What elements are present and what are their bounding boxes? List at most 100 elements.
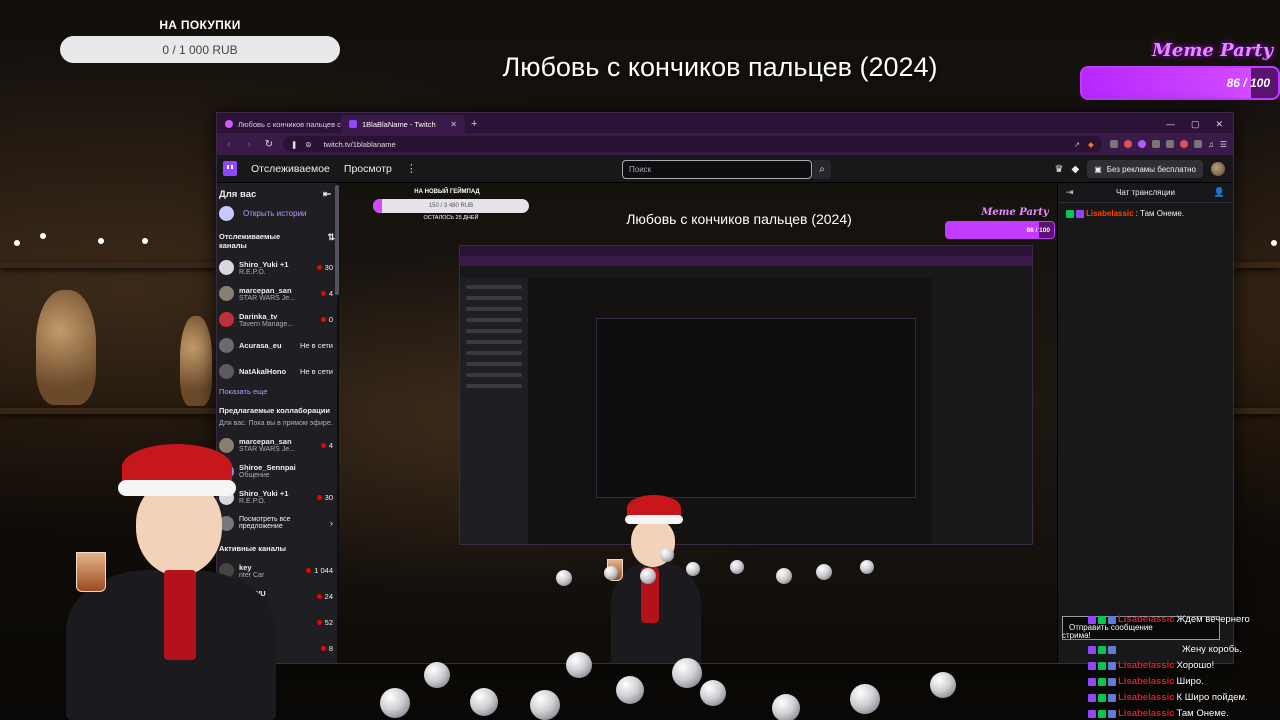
twitch-top-nav: Отслеживаемое Просмотр ⋮ Поиск ⌕ ♛ ◆ ▣ Б… bbox=[217, 155, 1233, 183]
overlay-username: Lisabelassic bbox=[1118, 676, 1175, 687]
chat-username[interactable]: Lisabelassic bbox=[1086, 209, 1134, 218]
collapse-sidebar-icon[interactable]: ⇤ bbox=[323, 189, 331, 200]
tab-movie[interactable]: Любовь с кончиков пальцев смотр bbox=[217, 115, 341, 133]
twitch-logo-icon[interactable] bbox=[223, 161, 237, 176]
extension-icon[interactable] bbox=[1165, 140, 1174, 148]
extension-icon[interactable] bbox=[1179, 140, 1188, 148]
subscriber-badge-icon bbox=[1088, 693, 1096, 702]
users-icon[interactable]: 👤 bbox=[1214, 187, 1225, 198]
open-stories-row[interactable]: Открыть истории bbox=[217, 202, 337, 224]
snowball-ornament bbox=[860, 560, 874, 574]
music-icon[interactable]: ♫ bbox=[1208, 140, 1214, 149]
snowball-ornament bbox=[470, 688, 498, 716]
tab-favicon-icon bbox=[225, 120, 233, 128]
sidebar-channel-row[interactable]: Darinka_tv Tavern Manage... 0 bbox=[217, 307, 337, 333]
minimize-icon[interactable]: — bbox=[1166, 119, 1175, 129]
live-indicator-icon bbox=[320, 442, 326, 448]
channel-game: STAR WARS Je... bbox=[239, 294, 296, 302]
tab-label: Любовь с кончиков пальцев смотр bbox=[238, 119, 341, 129]
channel-info: Shiro_Yuki +1 R.E.P.O. bbox=[239, 260, 312, 276]
channel-avatar bbox=[219, 312, 234, 328]
snowball-ornament bbox=[930, 672, 956, 698]
tab-label: 1BlaBlaName - Twitch bbox=[362, 119, 436, 129]
site-info-icon[interactable]: ⊜ bbox=[305, 140, 311, 149]
extension-shield-icon[interactable]: ◆ bbox=[1088, 140, 1094, 149]
channel-game: R.E.P.O. bbox=[239, 268, 266, 276]
forward-icon[interactable]: › bbox=[243, 139, 255, 150]
sidebar-channel-row[interactable]: marcepan_san STAR WARS Je... 4 bbox=[217, 281, 337, 307]
chat-message: Lisabelassic : Там Онеме. bbox=[1058, 203, 1233, 224]
channel-avatar bbox=[219, 286, 234, 302]
for-you-heading: Для вас bbox=[219, 189, 257, 200]
channel-status: 4 bbox=[320, 441, 333, 450]
user-avatar[interactable] bbox=[1211, 162, 1225, 176]
collapse-chat-icon[interactable]: ⇥ bbox=[1066, 187, 1074, 198]
channel-name: Darinka_tv bbox=[239, 311, 278, 321]
extension-icon[interactable] bbox=[1193, 140, 1202, 148]
overlay-chat-row: Lisabelassic Ждем вечернего bbox=[1088, 612, 1250, 627]
viewer-count: Не в сети bbox=[299, 367, 333, 377]
reload-icon[interactable]: ↻ bbox=[263, 139, 275, 150]
inner-meme-party-fill bbox=[946, 222, 1039, 238]
sidebar-channel-row[interactable]: Shiro_Yuki +1 R.E.P.O. 30 bbox=[217, 255, 337, 281]
snowball-ornament bbox=[672, 658, 702, 688]
new-tab-button[interactable]: + bbox=[465, 115, 483, 133]
channel-status: 30 bbox=[316, 263, 333, 272]
inner-stream-title: Любовь с кончиков пальцев (2024) bbox=[626, 211, 852, 227]
close-tab-icon[interactable]: ✕ bbox=[450, 120, 457, 129]
viewer-count: 4 bbox=[328, 289, 333, 299]
bookmark-icon[interactable]: ❚ bbox=[291, 140, 297, 149]
bust-statue bbox=[36, 290, 96, 405]
inner-meme-party-bar: 86 / 100 bbox=[945, 221, 1055, 239]
channel-info: Acurasa_eu bbox=[239, 341, 295, 350]
address-bar[interactable]: ❚ ⊜ twitch.tv/1blablaname ↗ ◆ bbox=[283, 136, 1102, 152]
sort-icon[interactable]: ⇅ bbox=[327, 232, 335, 251]
live-indicator-icon bbox=[316, 265, 322, 271]
channel-game: Tavern Manage... bbox=[239, 320, 294, 328]
tab-twitch[interactable]: 1BlaBlaName - Twitch ✕ bbox=[341, 115, 465, 133]
channel-status: 0 bbox=[320, 315, 333, 324]
extension-icon[interactable] bbox=[1123, 140, 1132, 148]
snowflake bbox=[142, 238, 148, 244]
sidebar-channel-row[interactable]: NatAkalHono Не в сети bbox=[217, 359, 337, 385]
chat-text: : Там Онеме. bbox=[1135, 209, 1184, 218]
moderator-badge-icon bbox=[1098, 661, 1106, 670]
inner-donation-title: НА НОВЫЙ ГЕЙМПАД bbox=[414, 189, 480, 195]
extension-icon[interactable] bbox=[1151, 140, 1160, 148]
live-indicator-icon bbox=[320, 646, 326, 652]
shelf bbox=[0, 408, 216, 414]
extension-icon[interactable] bbox=[1109, 140, 1118, 148]
maximize-icon[interactable]: ▢ bbox=[1191, 119, 1200, 130]
menu-icon[interactable]: ☰ bbox=[1220, 140, 1227, 149]
search-icon[interactable]: ⌕ bbox=[813, 160, 831, 179]
search-input[interactable]: Поиск bbox=[622, 160, 812, 179]
show-more-link[interactable]: Показать еще bbox=[217, 385, 337, 398]
inner-streamer-avatar bbox=[601, 493, 711, 663]
nested-sidebar bbox=[460, 278, 528, 544]
nested-tabstrip bbox=[460, 246, 1032, 256]
nav-browse[interactable]: Просмотр bbox=[344, 163, 392, 175]
followed-channels-header: Отслеживаемые каналы ⇅ bbox=[217, 224, 337, 255]
snowball-ornament bbox=[530, 690, 560, 720]
share-icon[interactable]: ↗ bbox=[1074, 140, 1080, 149]
overlay-message-text: Хорошо! bbox=[1176, 660, 1215, 671]
search-placeholder: Поиск bbox=[629, 165, 652, 174]
crown-icon[interactable]: ♛ bbox=[1055, 164, 1064, 175]
nav-following[interactable]: Отслеживаемое bbox=[251, 163, 330, 175]
close-window-icon[interactable]: ✕ bbox=[1215, 119, 1223, 130]
snowball-ornament bbox=[816, 564, 832, 580]
extension-icon[interactable] bbox=[1137, 140, 1146, 148]
more-icon[interactable]: ⋮ bbox=[406, 162, 417, 175]
sidebar-channel-row[interactable]: Acurasa_eu Не в сети bbox=[217, 333, 337, 359]
notifications-icon[interactable]: ◆ bbox=[1071, 164, 1079, 175]
donation-goal-title: НА ПОКУПКИ bbox=[159, 18, 241, 32]
channel-info: NatAkalHono bbox=[239, 367, 295, 376]
meme-party-bar: 86 / 100 bbox=[1080, 66, 1280, 100]
snowball-ornament bbox=[556, 570, 572, 586]
video-player[interactable]: НА НОВЫЙ ГЕЙМПАД 150 / 3 480 RUB ОСТАЛОС… bbox=[339, 183, 1057, 663]
live-indicator-icon bbox=[306, 568, 312, 574]
no-ads-button[interactable]: ▣ Без рекламы бесплатно bbox=[1087, 160, 1203, 178]
back-icon[interactable]: ‹ bbox=[223, 139, 235, 150]
channel-status: 4 bbox=[320, 289, 333, 299]
followed-channel-list: Shiro_Yuki +1 R.E.P.O. 30 marcepan_san STAR … bbox=[217, 255, 337, 385]
